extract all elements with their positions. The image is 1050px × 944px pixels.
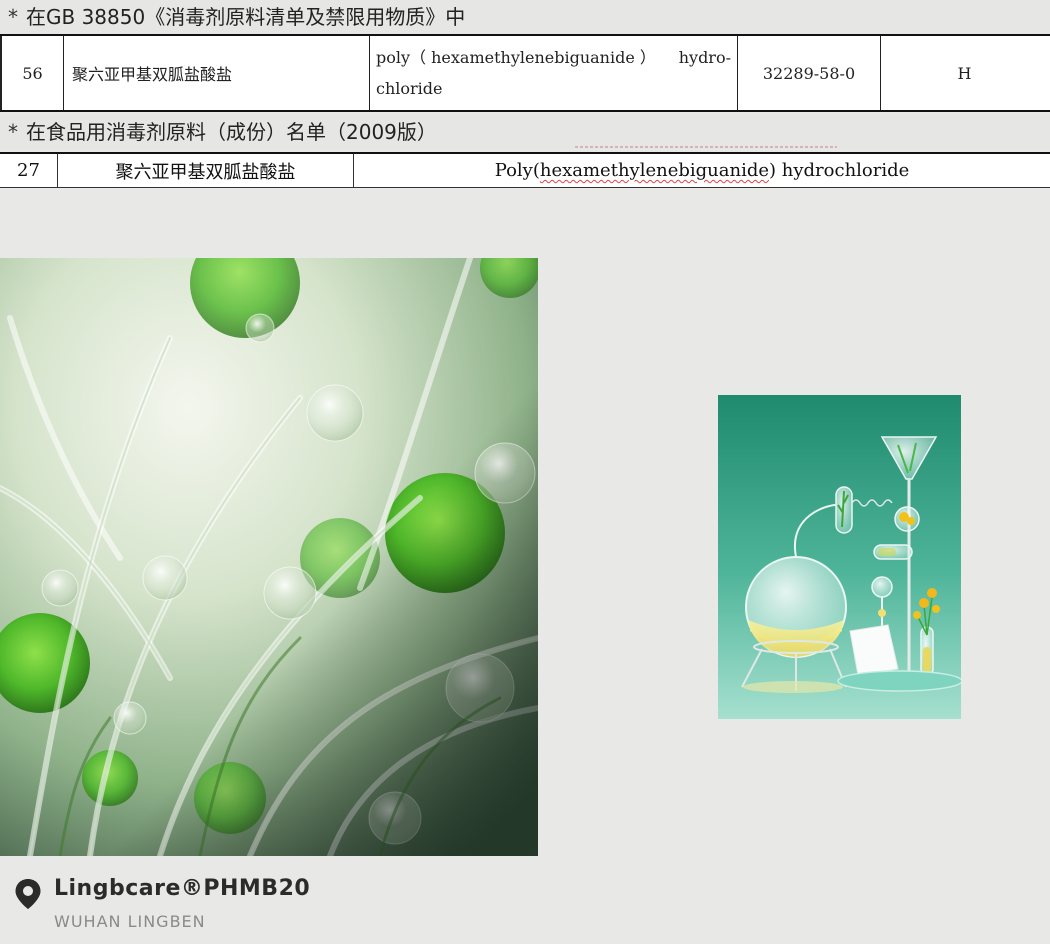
table-cell-english-name: Poly(hexamethylenebiguanide) hydrochlori… xyxy=(354,154,1050,187)
asterisk-marker: * xyxy=(8,5,18,29)
lab-glassware-photo xyxy=(718,395,961,719)
brand-name: Lingbcare®PHMB20 xyxy=(54,876,311,901)
table-cell-code: H xyxy=(957,63,972,83)
table-cell-english-name: poly（ hexamethylenebiguanide ） hydro- ch… xyxy=(370,36,738,110)
english-name-suffix: ) hydrochloride xyxy=(769,160,910,181)
english-name-hyphen: hydro- xyxy=(678,48,731,67)
english-name-prefix: Poly( xyxy=(494,160,540,181)
section-heading-text: 在GB 38850《消毒剂原料清单及禁限用物质》中 xyxy=(26,5,466,29)
footer-brand: Lingbcare®PHMB20 WUHAN LINGBEN xyxy=(14,870,614,940)
english-name-spellcheck-word: hexamethylenebiguanide xyxy=(539,160,770,181)
section-heading-gb38850: * 在GB 38850《消毒剂原料清单及禁限用物质》中 xyxy=(0,0,1050,34)
company-name: WUHAN LINGBEN xyxy=(54,912,206,931)
gb38850-table: 56 聚六亚甲基双胍盐酸盐 poly（ hexamethylenebiguani… xyxy=(0,34,1050,112)
table-cell-cas-number: 32289-58-0 xyxy=(738,36,881,110)
table-cell-number: 56 xyxy=(2,36,64,110)
location-pin-icon xyxy=(15,879,41,909)
glass-tubes-photo xyxy=(0,258,538,856)
english-name-part: poly（ hexamethylenebiguanide ） xyxy=(376,48,656,67)
food-disinfectant-table: 27 聚六亚甲基双胍盐酸盐 Poly(hexamethylenebiguanid… xyxy=(0,152,1050,188)
asterisk-marker: * xyxy=(8,120,18,144)
table-cell-number: 27 xyxy=(0,154,58,187)
table-cell-chinese-name: 聚六亚甲基双胍盐酸盐 xyxy=(64,36,370,110)
section-heading-text: 在食品用消毒剂原料（成份）名单（2009版） xyxy=(26,120,437,144)
faint-dotted-line xyxy=(575,146,837,148)
table-cell-chinese-name: 聚六亚甲基双胍盐酸盐 xyxy=(58,154,354,187)
english-name-line2: chloride xyxy=(376,79,443,98)
section-heading-food-disinfectant: * 在食品用消毒剂原料（成份）名单（2009版） xyxy=(0,115,1050,149)
